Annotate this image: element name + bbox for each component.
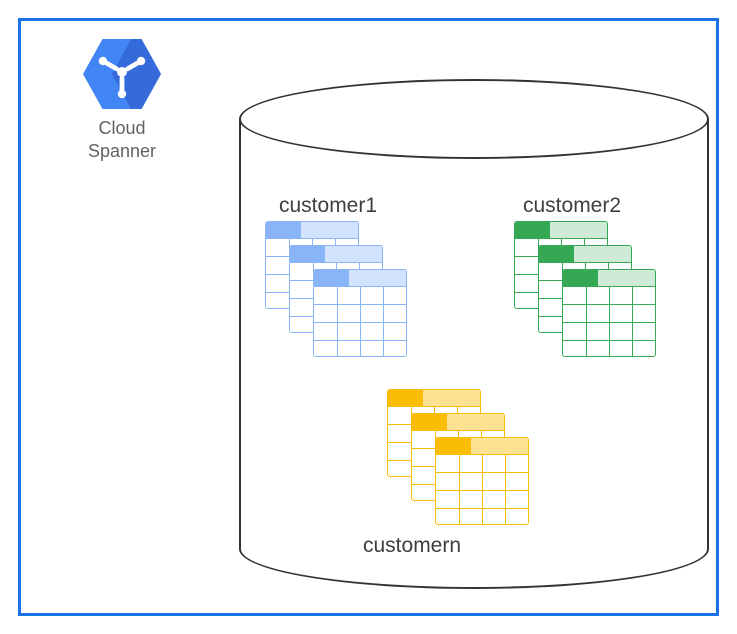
table-icon bbox=[562, 269, 656, 357]
table-icon bbox=[313, 269, 407, 357]
customern-tables bbox=[387, 389, 537, 529]
customer2-label: customer2 bbox=[523, 194, 621, 218]
customern-label: customern bbox=[363, 534, 461, 558]
table-icon bbox=[435, 437, 529, 525]
cloud-spanner-icon bbox=[67, 39, 177, 109]
database-cylinder: customer1 customer2 bbox=[239, 79, 709, 589]
customer2-tables bbox=[514, 221, 664, 361]
customer1-label: customer1 bbox=[279, 194, 377, 218]
customer1-tables bbox=[265, 221, 415, 361]
cloud-spanner-label: Cloud Spanner bbox=[67, 117, 177, 162]
cloud-spanner-badge: Cloud Spanner bbox=[67, 39, 177, 162]
diagram-frame: Cloud Spanner customer1 bbox=[18, 18, 719, 616]
